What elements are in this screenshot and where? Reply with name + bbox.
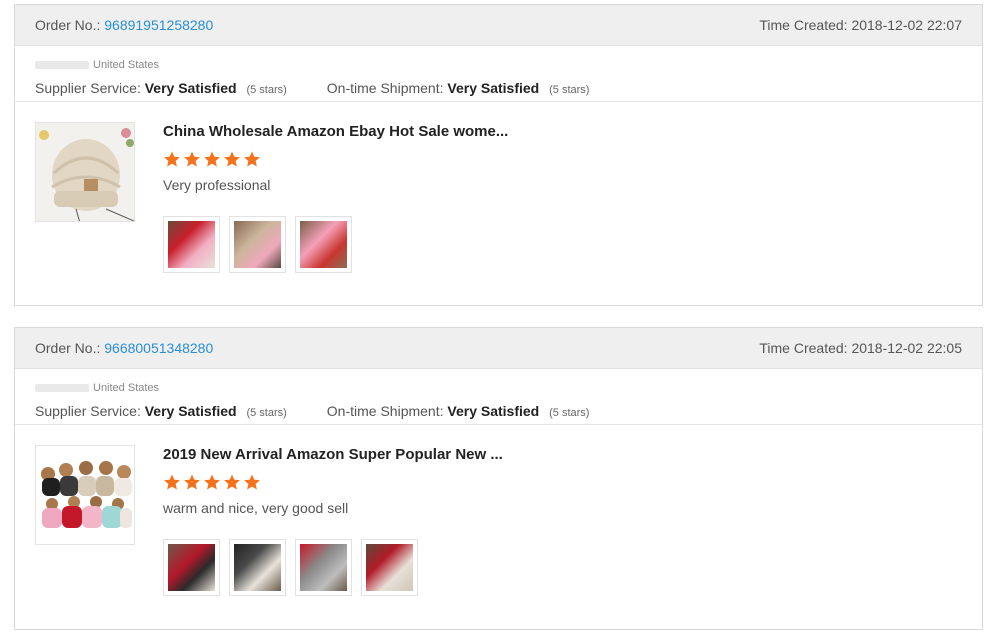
feedback-info: United States Supplier Service: Very Sat… xyxy=(15,46,982,102)
supplier-service-rating: Supplier Service: Very Satisfied (5 star… xyxy=(35,80,287,96)
product-thumbnail[interactable] xyxy=(35,445,135,545)
star-rating xyxy=(163,473,962,493)
order-no-label: Order No.: xyxy=(35,340,101,356)
star-icon xyxy=(204,474,220,490)
order-card: Order No.: 96680051348280 Time Created: … xyxy=(14,327,983,630)
order-no-link[interactable]: 96680051348280 xyxy=(104,340,213,356)
masked-buyer-name xyxy=(35,61,89,70)
time-created-value: 2018-12-02 22:07 xyxy=(851,17,962,33)
product-review: 2019 New Arrival Amazon Super Popular Ne… xyxy=(15,425,982,596)
order-header: Order No.: 96680051348280 Time Created: … xyxy=(15,328,982,369)
review-photo[interactable] xyxy=(229,216,286,273)
review-photo[interactable] xyxy=(295,216,352,273)
review-photo[interactable] xyxy=(163,216,220,273)
review-photo[interactable] xyxy=(361,539,418,596)
masked-buyer-name xyxy=(35,384,89,393)
review-photo[interactable] xyxy=(163,539,220,596)
review-photo[interactable] xyxy=(295,539,352,596)
star-icon xyxy=(184,474,200,490)
review-photo[interactable] xyxy=(229,539,286,596)
star-icon xyxy=(164,151,180,167)
time-created-label: Time Created: xyxy=(759,17,848,33)
review-comment: Very professional xyxy=(163,177,271,193)
order-header: Order No.: 96891951258280 Time Created: … xyxy=(15,5,982,46)
buyer-info: United States xyxy=(35,381,962,395)
star-icon xyxy=(164,474,180,490)
review-photos xyxy=(163,539,962,596)
beanie-image xyxy=(36,123,134,221)
star-icon xyxy=(184,151,200,167)
star-icon xyxy=(224,474,240,490)
star-icon xyxy=(224,151,240,167)
beanies-image xyxy=(36,446,134,544)
shipment-rating: On-time Shipment: Very Satisfied (5 star… xyxy=(326,80,590,96)
feedback-info: United States Supplier Service: Very Sat… xyxy=(15,369,982,425)
time-created-value: 2018-12-02 22:05 xyxy=(851,340,962,356)
star-icon xyxy=(204,151,220,167)
product-title[interactable]: 2019 New Arrival Amazon Super Popular Ne… xyxy=(163,445,962,465)
supplier-service-rating: Supplier Service: Very Satisfied (5 star… xyxy=(35,403,287,419)
review-comment: warm and nice, very good sell xyxy=(163,500,349,516)
order-card: Order No.: 96891951258280 Time Created: … xyxy=(14,4,983,306)
buyer-country: United States xyxy=(93,59,160,71)
time-created-label: Time Created: xyxy=(759,340,848,356)
buyer-info: United States xyxy=(35,58,962,72)
star-rating xyxy=(163,150,962,170)
order-no-label: Order No.: xyxy=(35,17,101,33)
star-icon xyxy=(244,474,260,490)
buyer-country: United States xyxy=(93,382,160,394)
product-title[interactable]: China Wholesale Amazon Ebay Hot Sale wom… xyxy=(163,122,962,142)
review-photos xyxy=(163,216,962,273)
shipment-rating: On-time Shipment: Very Satisfied (5 star… xyxy=(326,403,590,419)
product-review: China Wholesale Amazon Ebay Hot Sale wom… xyxy=(15,102,982,273)
order-no-link[interactable]: 96891951258280 xyxy=(104,17,213,33)
product-thumbnail[interactable] xyxy=(35,122,135,222)
star-icon xyxy=(244,151,260,167)
